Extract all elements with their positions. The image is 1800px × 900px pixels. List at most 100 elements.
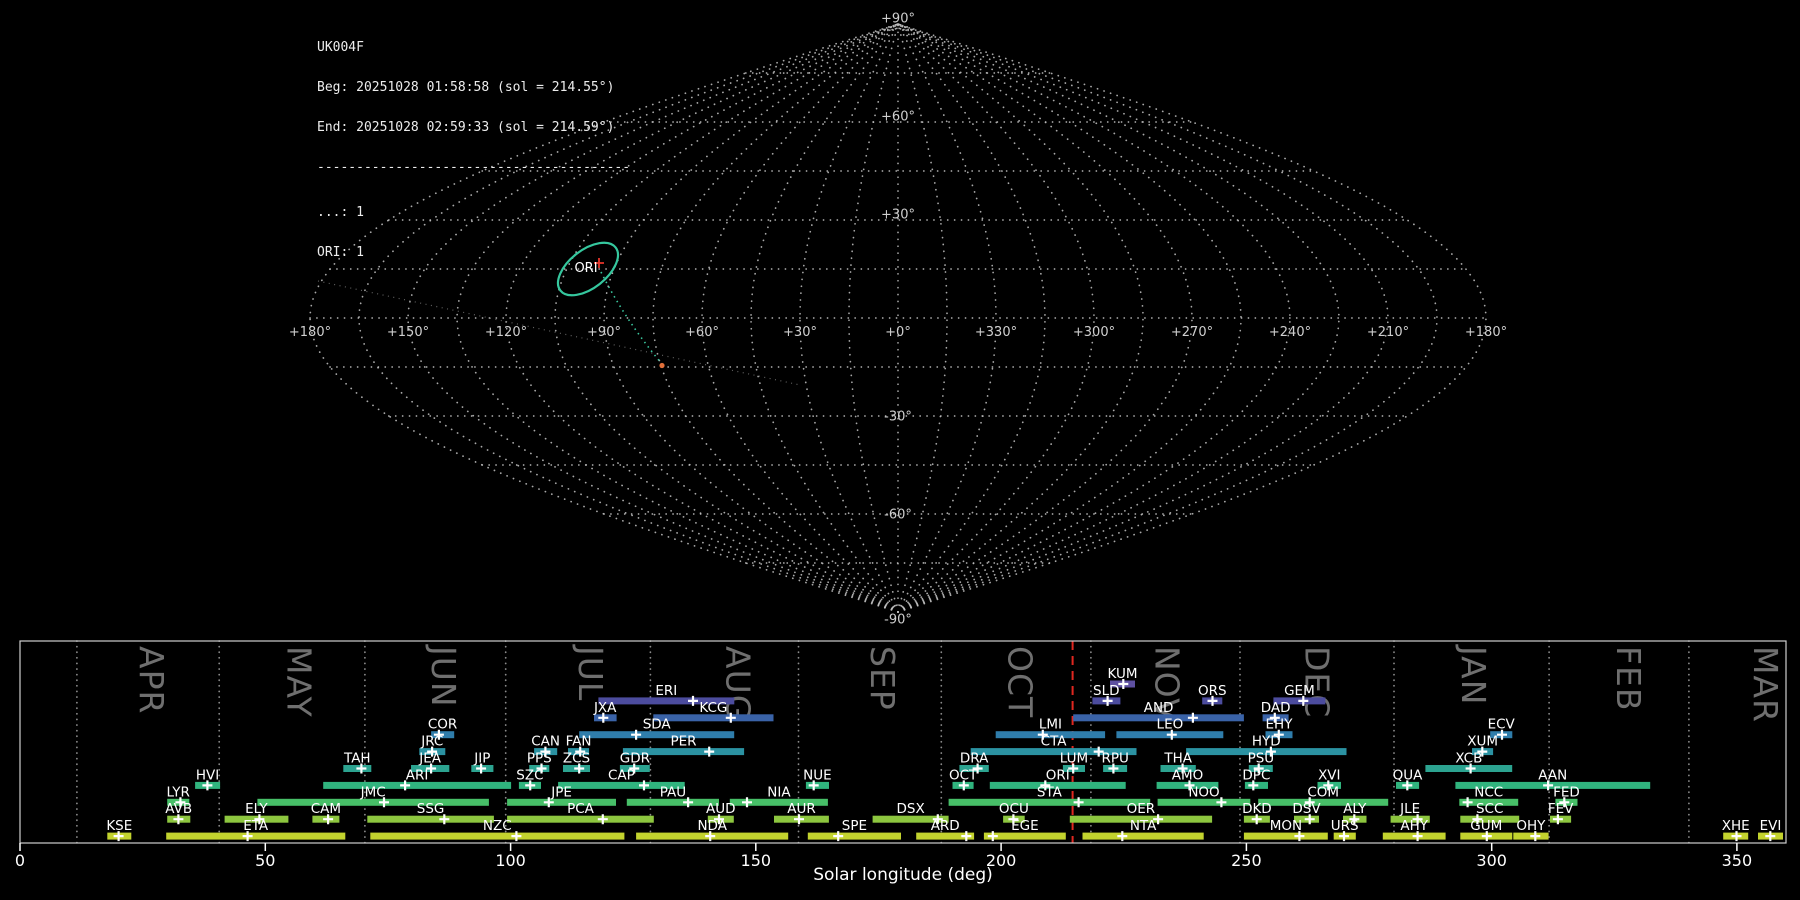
shower-label-jmc: JMC (360, 784, 386, 800)
longitude-label: +120° (485, 325, 527, 340)
shower-label-dpc: DPC (1242, 767, 1270, 783)
shower-label-ecv: ECV (1488, 717, 1516, 733)
x-axis-title: Solar longitude (deg) (813, 865, 993, 885)
info-panel: UK004F Beg: 20251028 01:58:58 (sol = 214… (317, 14, 630, 273)
shower-label-nda: NDA (697, 818, 727, 834)
latitude-label: -60° (884, 508, 912, 523)
longitude-label: +60° (685, 325, 719, 340)
shower-label-cam: CAM (311, 801, 341, 817)
shower-label-nia: NIA (767, 784, 791, 800)
shower-label-dad: DAD (1261, 700, 1291, 716)
shower-label-jea: JEA (418, 751, 442, 767)
activity-timeline: APR MAY JUN JUL AUG SEP OCT NOV DEC JAN FEB MARKUME… (15, 640, 1787, 870)
shower-label-fan: FAN (566, 734, 592, 750)
shower-label-per: PER (670, 734, 696, 750)
shower-label-pca: PCA (567, 801, 595, 817)
meteor-endpoint (659, 362, 665, 369)
shower-label-aan: AAN (1538, 767, 1567, 783)
shower-label-ari: ARI (406, 767, 429, 783)
shower-label-lyr: LYR (167, 784, 190, 800)
month-label-sep: SEP (863, 646, 902, 711)
observation-end: End: 20251028 02:59:33 (sol = 214.59°) (317, 120, 615, 136)
longitude-label: +330° (975, 325, 1017, 340)
month-label-oct: OCT (1001, 646, 1040, 718)
shower-label-oer: OER (1127, 801, 1156, 817)
shower-label-amo: AMO (1172, 767, 1204, 783)
shower-label-xcb: XCB (1455, 751, 1482, 767)
shower-label-and: AND (1144, 700, 1174, 716)
shower-label-eri: ERI (655, 683, 677, 699)
shower-label-jpe: JPE (550, 784, 572, 800)
month-label-mar: MAR (1746, 646, 1785, 723)
shower-label-fev: FEV (1548, 801, 1574, 817)
month-label-apr: APR (132, 646, 171, 714)
meridian-line (897, 23, 1193, 613)
shower-label-psu: PSU (1248, 751, 1275, 767)
shower-label-nue: NUE (803, 767, 832, 783)
meteor-trail (600, 271, 663, 365)
longitude-label: +270° (1171, 325, 1213, 340)
shower-label-sda: SDA (643, 717, 672, 733)
shower-label-cor: COR (428, 717, 457, 733)
shower-label-tah: TAH (343, 751, 371, 767)
shower-label-ocu: OCU (999, 801, 1029, 817)
x-tick-label: 150 (741, 851, 772, 870)
x-tick-label: 300 (1476, 851, 1507, 870)
shower-label-fed: FED (1553, 784, 1580, 800)
shower-label-sta: STA (1037, 784, 1063, 800)
shower-label-aur: AUR (787, 801, 816, 817)
month-label-may: MAY (279, 646, 318, 718)
meridian-line (897, 23, 1291, 613)
x-tick-label: 350 (1722, 851, 1753, 870)
shower-label-com: COM (1307, 784, 1339, 800)
shower-label-eta: ETA (243, 818, 269, 834)
longitude-label: +90° (587, 325, 621, 340)
shower-label-qua: QUA (1393, 767, 1424, 783)
month-label-feb: FEB (1609, 646, 1648, 711)
shower-label-oct: OCT (949, 767, 978, 783)
shower-label-scc: SCC (1476, 801, 1503, 817)
observation-beg: Beg: 20251028 01:58:58 (sol = 214.55°) (317, 80, 615, 96)
longitude-label: +0° (885, 325, 911, 340)
shower-label-hvi: HVI (196, 767, 219, 783)
meridian-line (897, 23, 1046, 613)
shower-label-tha: THA (1163, 751, 1192, 767)
latitude-label: -30° (884, 410, 912, 425)
station-id: UK004F (317, 39, 364, 55)
shower-label-pps: PPS (527, 751, 552, 767)
latitude-label: +60° (881, 110, 915, 125)
radiant-map-and-activity-plot: ORI +90° +60° +30° -30° -60° -90° +180° +150° +1… (15, 12, 1787, 885)
shower-label-nta: NTA (1130, 818, 1157, 834)
separator-line: ---------------------------------------- (317, 160, 631, 176)
longitude-label: +180° (289, 325, 331, 340)
shower-label-evi: EVI (1760, 818, 1782, 834)
shower-label-cap: CAP (608, 767, 635, 783)
longitude-label: +180° (1465, 325, 1507, 340)
shower-label-cta: CTA (1041, 734, 1068, 750)
shower-label-kse: KSE (106, 818, 132, 834)
shower-label-rpu: RPU (1101, 751, 1128, 767)
shower-label-ncc: NCC (1474, 784, 1503, 800)
shower-label-szc: SZC (516, 767, 543, 783)
shower-label-ard: ARD (931, 818, 960, 834)
longitude-label: +30° (783, 325, 817, 340)
shower-label-zcs: ZCS (563, 751, 590, 767)
shower-label-ahy: AHY (1400, 818, 1428, 834)
month-label-jan: JAN (1454, 644, 1493, 705)
shower-label-avb: AVB (165, 801, 192, 817)
shower-label-dkd: DKD (1242, 801, 1272, 817)
x-tick-label: 100 (495, 851, 526, 870)
shower-label-noo: NOO (1188, 784, 1219, 800)
x-tick-label: 50 (255, 851, 275, 870)
shower-label-gem: GEM (1284, 683, 1315, 699)
shower-label-dsx: DSX (896, 801, 924, 817)
shower-label-hyd: HYD (1252, 734, 1281, 750)
shower-label-ege: EGE (1011, 818, 1039, 834)
shower-label-aly: ALY (1343, 801, 1367, 817)
shower-label-dsv: DSV (1292, 801, 1321, 817)
month-label-jul: JUL (571, 644, 610, 701)
shower-label-leo: LEO (1157, 717, 1184, 733)
month-label-jun: JUN (424, 644, 463, 708)
shower-label-ori: ORI (1046, 767, 1070, 783)
longitude-label: +240° (1269, 325, 1311, 340)
